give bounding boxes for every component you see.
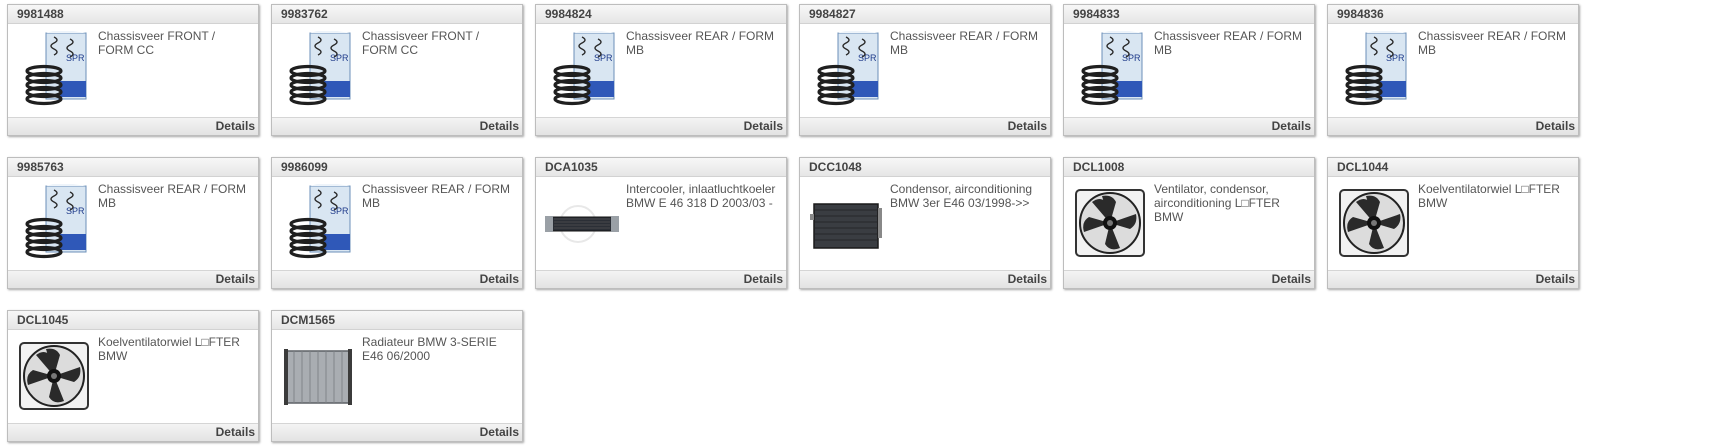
product-description: Koelventilatorwiel L□FTER BMW	[1418, 182, 1560, 210]
product-card: 9981488 SPR Chassisveer FRONT / FORM CC …	[7, 4, 259, 136]
details-link[interactable]: Details	[216, 119, 255, 133]
card-footer: Details	[800, 270, 1050, 288]
product-description: Koelventilatorwiel L□FTER BMW	[98, 335, 240, 363]
product-description: Chassisveer FRONT / FORM CC	[98, 29, 216, 57]
product-card: DCL1008 Ventilator, condensor, aircondit…	[1063, 157, 1315, 289]
product-description: Chassisveer REAR / FORM MB	[362, 182, 511, 210]
product-code: DCL1044	[1328, 158, 1578, 177]
product-image[interactable]: SPR	[16, 31, 92, 109]
details-link[interactable]: Details	[480, 425, 519, 439]
product-image[interactable]	[808, 184, 884, 262]
details-link[interactable]: Details	[480, 272, 519, 286]
card-footer: Details	[1328, 270, 1578, 288]
product-code: 9981488	[8, 5, 258, 24]
svg-text:SPR: SPR	[330, 206, 349, 216]
product-image[interactable]: SPR	[280, 31, 356, 109]
product-card: 9986099 SPR Chassisveer REAR / FORM MB D…	[271, 157, 523, 289]
product-code: 9986099	[272, 158, 522, 177]
details-link[interactable]: Details	[216, 272, 255, 286]
product-card: 9984836 SPR Chassisveer REAR / FORM MB D…	[1327, 4, 1579, 136]
product-image[interactable]: SPR	[1072, 31, 1148, 109]
product-image[interactable]	[280, 337, 356, 415]
product-card: DCM1565 Radiateur BMW 3-SERIE E46 06/200…	[271, 310, 523, 442]
card-footer: Details	[1064, 270, 1314, 288]
card-footer: Details	[272, 117, 522, 135]
product-code: DCM1565	[272, 311, 522, 330]
details-link[interactable]: Details	[744, 119, 783, 133]
svg-text:SPR: SPR	[66, 206, 85, 216]
card-footer: Details	[536, 270, 786, 288]
product-description: Chassisveer FRONT / FORM CC	[362, 29, 480, 57]
product-card: DCL1044 Koelventilatorwiel L□FTER BMW De…	[1327, 157, 1579, 289]
product-grid: 9981488 SPR Chassisveer FRONT / FORM CC …	[0, 0, 1730, 446]
product-code: 9983762	[272, 5, 522, 24]
svg-text:SPR: SPR	[1386, 53, 1405, 63]
card-footer: Details	[8, 423, 258, 441]
product-card: 9985763 SPR Chassisveer REAR / FORM MB D…	[7, 157, 259, 289]
product-image[interactable]	[1336, 184, 1412, 262]
details-link[interactable]: Details	[480, 119, 519, 133]
product-code: 9985763	[8, 158, 258, 177]
product-code: 9984827	[800, 5, 1050, 24]
svg-text:SPR: SPR	[330, 53, 349, 63]
product-description: Chassisveer REAR / FORM MB	[1154, 29, 1303, 57]
card-footer: Details	[536, 117, 786, 135]
svg-text:SPR: SPR	[594, 53, 613, 63]
product-image[interactable]	[544, 184, 620, 262]
product-card: 9984824 SPR Chassisveer REAR / FORM MB D…	[535, 4, 787, 136]
product-code: DCL1008	[1064, 158, 1314, 177]
details-link[interactable]: Details	[1272, 272, 1311, 286]
product-code: DCC1048	[800, 158, 1050, 177]
product-card: 9984833 SPR Chassisveer REAR / FORM MB D…	[1063, 4, 1315, 136]
product-description: Intercooler, inlaatluchtkoeler BMW E 46 …	[626, 182, 776, 210]
details-link[interactable]: Details	[1008, 119, 1047, 133]
card-footer: Details	[1064, 117, 1314, 135]
svg-text:SPR: SPR	[858, 53, 877, 63]
details-link[interactable]: Details	[1008, 272, 1047, 286]
product-image[interactable]	[16, 337, 92, 415]
product-image[interactable]: SPR	[1336, 31, 1412, 109]
card-footer: Details	[8, 270, 258, 288]
product-code: DCA1035	[536, 158, 786, 177]
product-description: Ventilator, condensor, airconditioning L…	[1154, 182, 1280, 224]
product-description: Chassisveer REAR / FORM MB	[98, 182, 247, 210]
details-link[interactable]: Details	[1536, 272, 1575, 286]
product-card: DCL1045 Koelventilatorwiel L□FTER BMW De…	[7, 310, 259, 442]
card-footer: Details	[800, 117, 1050, 135]
product-code: 9984836	[1328, 5, 1578, 24]
details-link[interactable]: Details	[216, 425, 255, 439]
product-description: Condensor, airconditioning BMW 3er E46 0…	[890, 182, 1033, 210]
card-footer: Details	[8, 117, 258, 135]
details-link[interactable]: Details	[744, 272, 783, 286]
details-link[interactable]: Details	[1272, 119, 1311, 133]
svg-text:SPR: SPR	[66, 53, 85, 63]
product-code: DCL1045	[8, 311, 258, 330]
product-card: 9983762 SPR Chassisveer FRONT / FORM CC …	[271, 4, 523, 136]
product-image[interactable]: SPR	[16, 184, 92, 262]
svg-text:SPR: SPR	[1122, 53, 1141, 63]
card-footer: Details	[272, 270, 522, 288]
product-image[interactable]: SPR	[280, 184, 356, 262]
card-footer: Details	[1328, 117, 1578, 135]
product-description: Chassisveer REAR / FORM MB	[626, 29, 775, 57]
card-footer: Details	[272, 423, 522, 441]
product-description: Radiateur BMW 3-SERIE E46 06/2000	[362, 335, 497, 363]
details-link[interactable]: Details	[1536, 119, 1575, 133]
product-image[interactable]: SPR	[808, 31, 884, 109]
product-card: DCA1035 Intercooler, inlaatluchtkoeler B…	[535, 157, 787, 289]
product-code: 9984824	[536, 5, 786, 24]
product-image[interactable]: SPR	[544, 31, 620, 109]
product-code: 9984833	[1064, 5, 1314, 24]
product-description: Chassisveer REAR / FORM MB	[1418, 29, 1567, 57]
product-card: DCC1048 Condensor, airconditioning BMW 3…	[799, 157, 1051, 289]
product-image[interactable]	[1072, 184, 1148, 262]
product-card: 9984827 SPR Chassisveer REAR / FORM MB D…	[799, 4, 1051, 136]
product-description: Chassisveer REAR / FORM MB	[890, 29, 1039, 57]
